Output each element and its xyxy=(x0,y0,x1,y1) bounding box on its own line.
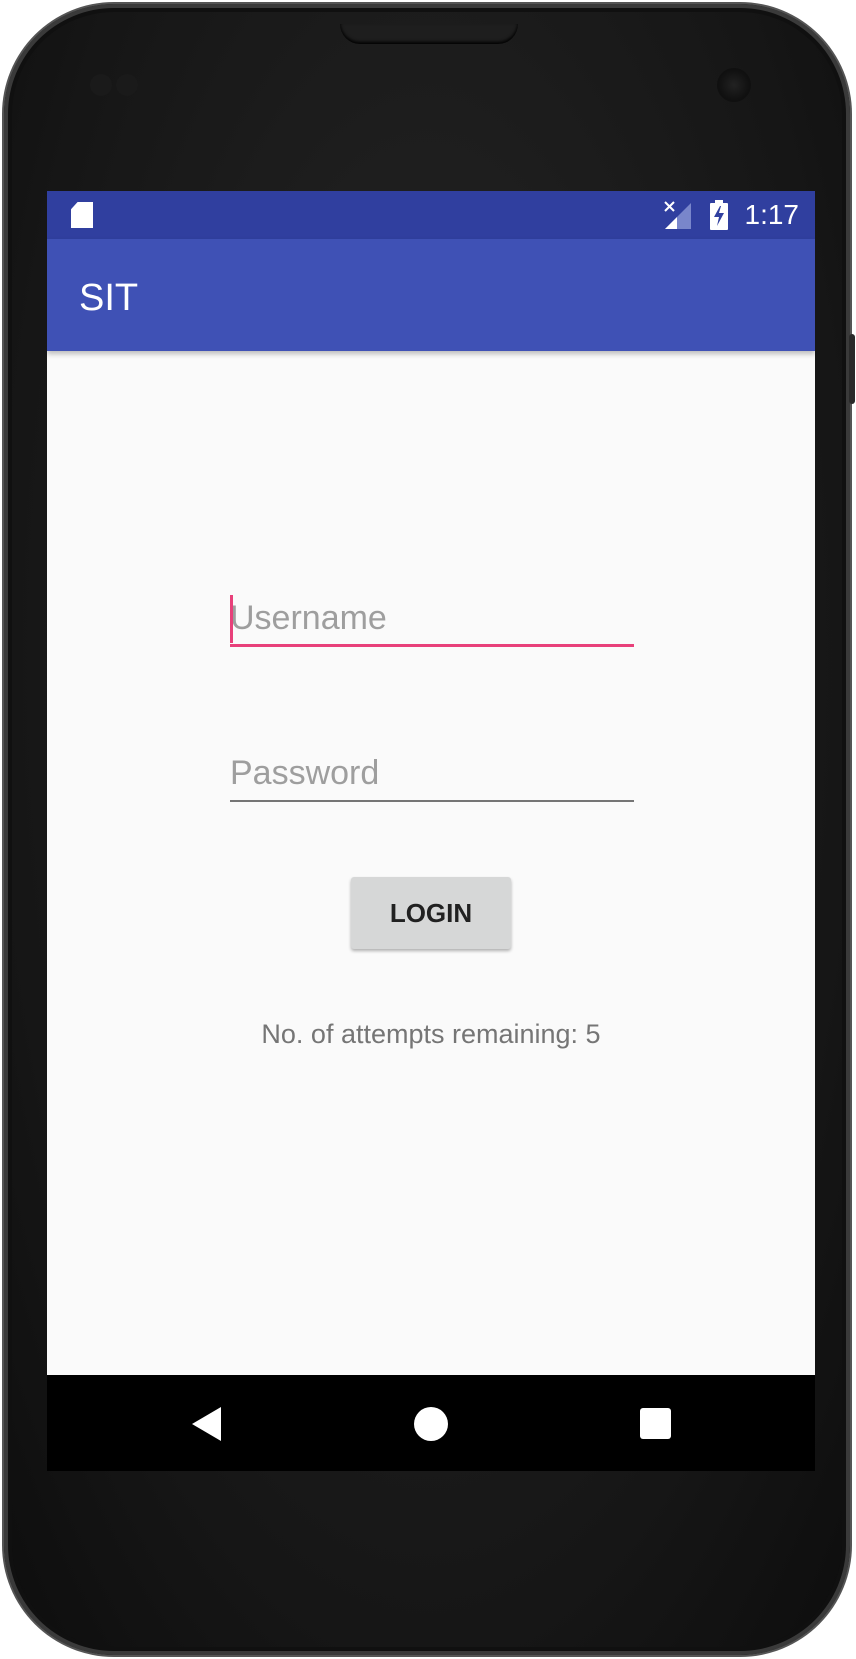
front-camera xyxy=(717,68,751,102)
username-underline xyxy=(230,644,634,647)
password-input[interactable] xyxy=(230,748,634,798)
login-button[interactable]: LOGIN xyxy=(351,877,511,949)
username-field[interactable] xyxy=(230,593,634,647)
power-button[interactable] xyxy=(849,334,855,404)
password-underline xyxy=(230,800,634,802)
navigation-bar xyxy=(47,1375,815,1471)
recent-apps-icon[interactable] xyxy=(640,1408,671,1439)
device-screen: 1:17 SIT LOGIN No. of attempts remaining… xyxy=(47,191,815,1471)
light-sensor xyxy=(116,74,138,96)
back-icon[interactable] xyxy=(192,1407,221,1441)
app-title: SIT xyxy=(79,277,139,319)
phone-frame: 1:17 SIT LOGIN No. of attempts remaining… xyxy=(4,4,855,1655)
status-clock: 1:17 xyxy=(744,199,800,230)
proximity-sensor xyxy=(90,74,112,96)
home-icon[interactable] xyxy=(414,1407,448,1441)
text-cursor xyxy=(230,595,233,643)
sd-card-icon xyxy=(71,202,93,228)
status-bar: 1:17 xyxy=(47,191,815,239)
username-input[interactable] xyxy=(230,593,634,643)
signal-no-service-icon xyxy=(664,201,691,229)
earpiece-speaker xyxy=(340,24,518,44)
battery-charging-icon xyxy=(710,200,728,230)
password-field[interactable] xyxy=(230,748,634,802)
app-bar: SIT xyxy=(47,239,815,351)
attempts-remaining-text: No. of attempts remaining: 5 xyxy=(261,1019,601,1049)
